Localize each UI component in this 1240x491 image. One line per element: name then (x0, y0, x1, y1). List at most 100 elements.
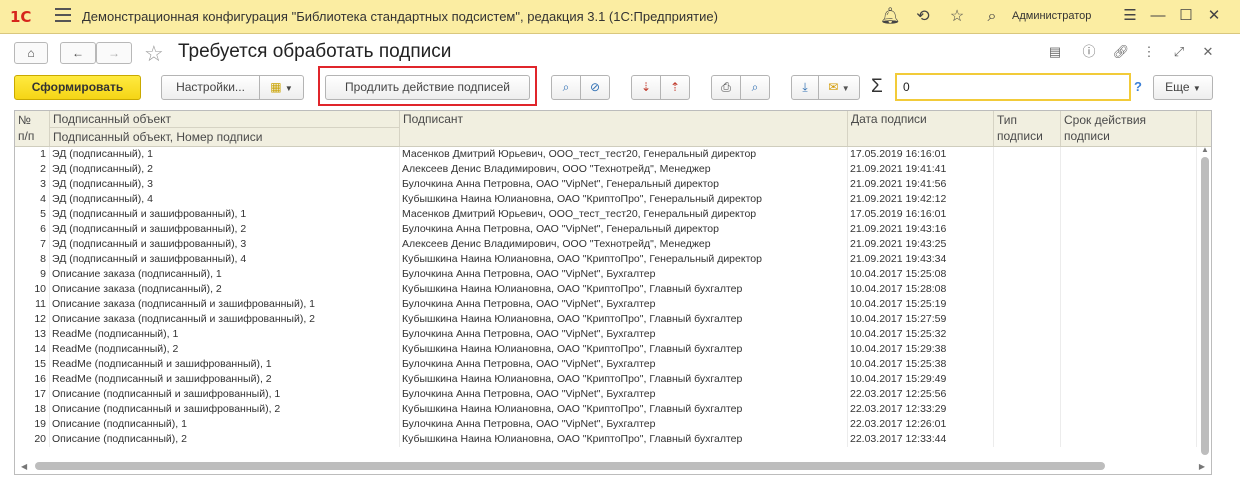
table-row[interactable]: 20 Описание (подписанный), 2 Кубышкина Наи… (15, 432, 1197, 447)
link-icon[interactable]: 🔗︎ (1112, 43, 1130, 61)
info-icon[interactable]: ⓘ (1080, 43, 1098, 61)
table-row[interactable]: 19 Описание (подписанный), 1 Булочкина Анн… (15, 417, 1197, 432)
cell-sig-type (994, 372, 1061, 387)
envelope-icon: ✉ (828, 80, 839, 94)
minimize-icon[interactable]: — (1148, 6, 1168, 26)
generate-button[interactable]: Сформировать (14, 75, 141, 100)
table-header: № п/п Подписанный объект Подписанный объе… (15, 111, 1211, 147)
save-to-file-button[interactable]: ⤓ (791, 75, 819, 100)
header-object-number[interactable]: Подписанный объект, Номер подписи (50, 128, 400, 146)
cell-expiry (1061, 372, 1197, 387)
table-row[interactable]: 11 Описание заказа (подписанный и зашифро… (15, 297, 1197, 312)
cell-sig-type (994, 387, 1061, 402)
sort-asc-button[interactable]: ⇣ (631, 75, 661, 100)
vertical-scrollbar[interactable]: ▲ (1201, 145, 1209, 457)
table-row[interactable]: 1 ЭД (подписанный), 1 Масенков Дмитрий Юрь… (15, 147, 1197, 162)
header-date[interactable]: Дата подписи (848, 111, 994, 146)
sort-asc-icon: ⇣ (640, 80, 652, 94)
form-close-icon[interactable]: ✕ (1199, 43, 1217, 61)
header-sig-type[interactable]: Тип подписи (994, 111, 1061, 146)
report-table[interactable]: № п/п Подписанный объект Подписанный объе… (14, 110, 1212, 475)
table-row[interactable]: 17 Описание (подписанный и зашифрованный)… (15, 387, 1197, 402)
history-icon[interactable]: ⟲ (913, 7, 933, 27)
table-row[interactable]: 4 ЭД (подписанный), 4 Кубышкина Наина Юлиа… (15, 192, 1197, 207)
magnifier-icon: ⌕ (562, 80, 570, 94)
cancel-search-button[interactable]: ⊘ (580, 75, 610, 100)
app-title: Демонстрационная конфигурация "Библиотек… (82, 9, 718, 24)
header-signer[interactable]: Подписант (400, 111, 848, 146)
favorites-star-icon[interactable]: ☆ (947, 7, 967, 27)
cell-object: Описание (подписанный и зашифрованный), … (50, 402, 400, 417)
variants-dropdown[interactable]: ▦ ▼ (259, 75, 304, 100)
sum-icon[interactable]: Σ (871, 76, 883, 98)
table-row[interactable]: 16 ReadMe (подписанный и зашифрованный), … (15, 372, 1197, 387)
more-label: Еще (1165, 80, 1190, 94)
table-row[interactable]: 8 ЭД (подписанный и зашифрованный), 4 Кубы… (15, 252, 1197, 267)
cell-num: 8 (15, 252, 50, 267)
settings-button[interactable]: Настройки... (161, 75, 260, 100)
cell-object: Описание (подписанный), 1 (50, 417, 400, 432)
cell-sig-type (994, 237, 1061, 252)
sort-desc-button[interactable]: ⇡ (660, 75, 690, 100)
table-row[interactable]: 10 Описание заказа (подписанный), 2 Кубышк… (15, 282, 1197, 297)
horizontal-scroll-thumb[interactable] (35, 462, 1105, 470)
search-icon[interactable]: ⌕ (982, 7, 1002, 27)
home-button[interactable]: ⌂ (14, 42, 48, 64)
favorite-star-icon[interactable]: ☆ (144, 41, 164, 67)
cell-date: 21.09.2021 19:43:25 (848, 237, 994, 252)
cell-sig-type (994, 267, 1061, 282)
maximize-icon[interactable]: ☐ (1176, 6, 1196, 26)
scroll-right-icon[interactable]: ▶ (1199, 462, 1205, 471)
table-row[interactable]: 5 ЭД (подписанный и зашифрованный), 1 Масе… (15, 207, 1197, 222)
preview-button[interactable]: ⌕ (740, 75, 770, 100)
table-row[interactable]: 2 ЭД (подписанный), 2 Алексеев Денис Влади… (15, 162, 1197, 177)
cell-num: 20 (15, 432, 50, 447)
extend-signatures-button[interactable]: Продлить действие подписей (325, 75, 530, 100)
table-row[interactable]: 3 ЭД (подписанный), 3 Булочкина Анна Петро… (15, 177, 1197, 192)
header-object[interactable]: Подписанный объект (50, 111, 400, 128)
back-button[interactable]: ← (60, 42, 96, 64)
forward-button[interactable]: → (96, 42, 132, 64)
cell-expiry (1061, 222, 1197, 237)
cell-expiry (1061, 417, 1197, 432)
cell-num: 2 (15, 162, 50, 177)
table-row[interactable]: 13 ReadMe (подписанный), 1 Булочкина Анна … (15, 327, 1197, 342)
scroll-up-icon[interactable]: ▲ (1201, 145, 1209, 154)
cell-signer: Булочкина Анна Петровна, ОАО "VipNet", Г… (400, 222, 848, 237)
cell-object: ReadMe (подписанный), 1 (50, 327, 400, 342)
table-row[interactable]: 7 ЭД (подписанный и зашифрованный), 3 Алек… (15, 237, 1197, 252)
table-row[interactable]: 18 Описание (подписанный и зашифрованный)… (15, 402, 1197, 417)
cell-date: 10.04.2017 15:25:32 (848, 327, 994, 342)
header-expiry[interactable]: Срок действия подписи (1061, 111, 1197, 146)
find-button[interactable]: ⌕ (551, 75, 581, 100)
table-row[interactable]: 12 Описание заказа (подписанный и зашифро… (15, 312, 1197, 327)
send-mail-dropdown[interactable]: ✉ ▼ (818, 75, 860, 100)
table-row[interactable]: 9 Описание заказа (подписанный), 1 Булочки… (15, 267, 1197, 282)
cell-sig-type (994, 192, 1061, 207)
vertical-scroll-thumb[interactable] (1201, 157, 1209, 455)
cell-signer: Кубышкина Наина Юлиановна, ОАО "КриптоПр… (400, 252, 848, 267)
cell-num: 3 (15, 177, 50, 192)
expand-icon[interactable]: ⤢ (1170, 43, 1188, 61)
header-num[interactable]: № п/п (15, 111, 50, 146)
table-row[interactable]: 6 ЭД (подписанный и зашифрованный), 2 Було… (15, 222, 1197, 237)
scroll-left-icon[interactable]: ◀ (21, 462, 27, 471)
cell-date: 10.04.2017 15:25:38 (848, 357, 994, 372)
table-row[interactable]: 14 ReadMe (подписанный), 2 Кубышкина Наина… (15, 342, 1197, 357)
more-button[interactable]: Еще ▼ (1153, 75, 1213, 100)
bell-icon[interactable]: 🔔︎ (880, 7, 900, 27)
cell-expiry (1061, 237, 1197, 252)
more-options-icon[interactable]: ⋮ (1140, 43, 1158, 61)
user-name[interactable]: Администратор (1012, 10, 1091, 22)
print-button[interactable]: ⎙ (711, 75, 741, 100)
help-icon[interactable]: ? (1134, 79, 1142, 94)
cell-object: ЭД (подписанный и зашифрованный), 2 (50, 222, 400, 237)
cell-expiry (1061, 402, 1197, 417)
close-icon[interactable]: ✕ (1204, 6, 1224, 26)
menu-icon[interactable] (55, 8, 71, 22)
table-row[interactable]: 15 ReadMe (подписанный и зашифрованный), … (15, 357, 1197, 372)
search-input[interactable]: 0 (895, 73, 1131, 101)
cell-signer: Кубышкина Наина Юлиановна, ОАО "КриптоПр… (400, 432, 848, 447)
save-icon[interactable]: ▤ (1046, 43, 1064, 61)
more-icon[interactable]: ☰ (1120, 6, 1140, 26)
